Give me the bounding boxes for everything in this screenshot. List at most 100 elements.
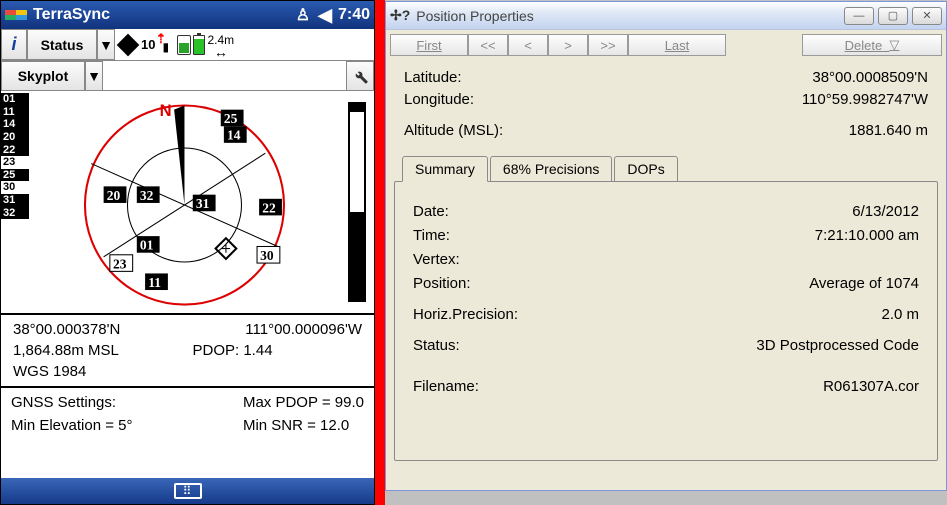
radio-icon xyxy=(157,34,175,56)
chevron-down-icon: ▽ xyxy=(889,37,899,53)
coordinates-block: 38°00.000378'N 111°00.000096'W 1,864.88m… xyxy=(1,313,374,386)
skyplot-button[interactable]: Skyplot xyxy=(1,61,85,91)
accuracy-indicator: 2.4m ↔ xyxy=(207,33,234,57)
sat-25: 25 xyxy=(224,111,238,126)
lon-value: 110°59.9982747'W xyxy=(802,91,928,108)
satellite-count: 10 xyxy=(141,37,155,52)
north-label: N xyxy=(160,101,172,120)
tab-dops[interactable]: DOPs xyxy=(614,156,677,181)
record-nav: First << < > >> Last Delete ▽ xyxy=(386,30,946,58)
sat-20: 20 xyxy=(107,188,121,203)
sat-14: 14 xyxy=(227,128,241,143)
sat-list-item: 22 xyxy=(1,144,29,157)
sat-22: 22 xyxy=(262,200,276,215)
dialog-titlebar: ✢? Position Properties — ▢ ✕ xyxy=(386,2,946,30)
date-label: Date: xyxy=(413,203,449,220)
sat-list-item: 31 xyxy=(1,194,29,207)
help-icon[interactable]: ✢? xyxy=(390,7,410,24)
position-properties-dialog: ✢? Position Properties — ▢ ✕ First << < … xyxy=(385,1,947,491)
keyboard-icon[interactable] xyxy=(174,483,202,499)
sat-list-item: 32 xyxy=(1,207,29,220)
snr-gauge xyxy=(340,91,374,313)
sat-30: 30 xyxy=(260,248,274,263)
time-value: 7:21:10.000 am xyxy=(815,227,919,244)
tab-precisions[interactable]: 68% Precisions xyxy=(490,156,613,181)
battery-icon xyxy=(193,35,205,55)
tabstrip: Summary 68% Precisions DOPs Date: 6/13/20… xyxy=(394,156,938,461)
sat-list-item: 20 xyxy=(1,131,29,144)
tab-summary[interactable]: Summary xyxy=(402,156,488,182)
close-button[interactable]: ✕ xyxy=(912,7,942,25)
sat-11: 11 xyxy=(148,275,161,290)
position-value: Average of 1074 xyxy=(809,275,919,292)
toolbar-spacer xyxy=(103,61,346,91)
sat-list-item: 25 xyxy=(1,169,29,182)
wm-titlebar: TerraSync ♙ ◀ 7:40 xyxy=(1,1,374,29)
latitude-value: 38°00.000378'N xyxy=(13,321,183,338)
status-dropdown[interactable]: ▼ xyxy=(97,29,115,60)
view-toolbar: Skyplot ▼ xyxy=(1,61,374,91)
gnss-settings-label: GNSS Settings: xyxy=(11,394,243,411)
lat-label: Latitude: xyxy=(404,69,462,86)
status-button[interactable]: Status xyxy=(27,29,97,60)
vertex-label: Vertex: xyxy=(413,251,460,268)
date-value: 6/13/2012 xyxy=(852,203,919,220)
first-button[interactable]: First xyxy=(390,34,468,56)
sat-list-item: 14 xyxy=(1,118,29,131)
connectivity-icon[interactable]: ♙ xyxy=(296,5,310,25)
alt-value: 1881.640 m xyxy=(849,122,928,139)
datum-value: WGS 1984 xyxy=(13,363,362,380)
pdop-value: PDOP: 1.44 xyxy=(193,342,363,359)
start-flag-icon[interactable] xyxy=(5,5,27,25)
clock-time[interactable]: 7:40 xyxy=(338,6,370,24)
volume-icon[interactable]: ◀ xyxy=(318,5,332,26)
skyplot-body: 01111420222325303132 N 25 14 20 32 31 22 xyxy=(1,91,374,313)
filename-value: R061307A.cor xyxy=(823,378,919,395)
prev-button[interactable]: < xyxy=(508,34,548,56)
prev-page-button[interactable]: << xyxy=(468,34,508,56)
lat-value: 38°00.0008509'N xyxy=(812,69,928,86)
hprec-value: 2.0 m xyxy=(881,306,919,323)
lon-label: Longitude: xyxy=(404,91,474,108)
gnss-settings-block: GNSS Settings: Max PDOP = 99.0 Min Eleva… xyxy=(1,386,374,440)
sat-list-item: 01 xyxy=(1,93,29,106)
sat-31: 31 xyxy=(196,196,210,211)
next-page-button[interactable]: >> xyxy=(588,34,628,56)
position-props: Latitude: 38°00.0008509'N Longitude: 110°5… xyxy=(386,58,946,148)
skyplot-chart: N 25 14 20 32 31 22 01 23 11 30 xyxy=(29,91,340,313)
wrench-icon xyxy=(351,67,369,85)
settings-button[interactable] xyxy=(346,61,374,91)
terrasync-device: TerraSync ♙ ◀ 7:40 i Status ▼ 10 2.4m ↔ … xyxy=(0,0,375,505)
skyplot-dropdown[interactable]: ▼ xyxy=(85,61,103,91)
dialog-title: Position Properties xyxy=(416,8,840,24)
altitude-value: 1,864.88m MSL xyxy=(13,342,183,359)
hprec-label: Horiz.Precision: xyxy=(413,306,518,323)
sat-list-item: 23 xyxy=(1,156,29,169)
minimize-button[interactable]: — xyxy=(844,7,874,25)
satellite-list: 01111420222325303132 xyxy=(1,91,29,313)
sat-23: 23 xyxy=(113,256,127,271)
status-value: 3D Postprocessed Code xyxy=(756,337,919,354)
status-indicators: 10 2.4m ↔ xyxy=(115,29,374,60)
sat-01: 01 xyxy=(140,238,154,253)
status-toolbar: i Status ▼ 10 2.4m ↔ xyxy=(1,29,374,61)
wm-footer xyxy=(1,478,374,504)
maximize-button[interactable]: ▢ xyxy=(878,7,908,25)
delete-button[interactable]: Delete ▽ xyxy=(802,34,942,56)
longitude-value: 111°00.000096'W xyxy=(193,321,363,338)
image-divider xyxy=(375,0,385,505)
time-label: Time: xyxy=(413,227,450,244)
satellite-icon xyxy=(117,34,139,56)
next-button[interactable]: > xyxy=(548,34,588,56)
position-label: Position: xyxy=(413,275,471,292)
memory-icon xyxy=(177,35,191,55)
max-pdop-value: Max PDOP = 99.0 xyxy=(243,394,364,411)
sat-32: 32 xyxy=(140,188,154,203)
info-button[interactable]: i xyxy=(1,29,27,60)
min-snr-value: Min SNR = 12.0 xyxy=(243,417,364,434)
delete-label: Delete xyxy=(845,38,883,53)
last-button[interactable]: Last xyxy=(628,34,726,56)
alt-label: Altitude (MSL): xyxy=(404,122,503,139)
app-title: TerraSync xyxy=(33,6,290,24)
arrows-icon: ↔ xyxy=(214,47,228,57)
